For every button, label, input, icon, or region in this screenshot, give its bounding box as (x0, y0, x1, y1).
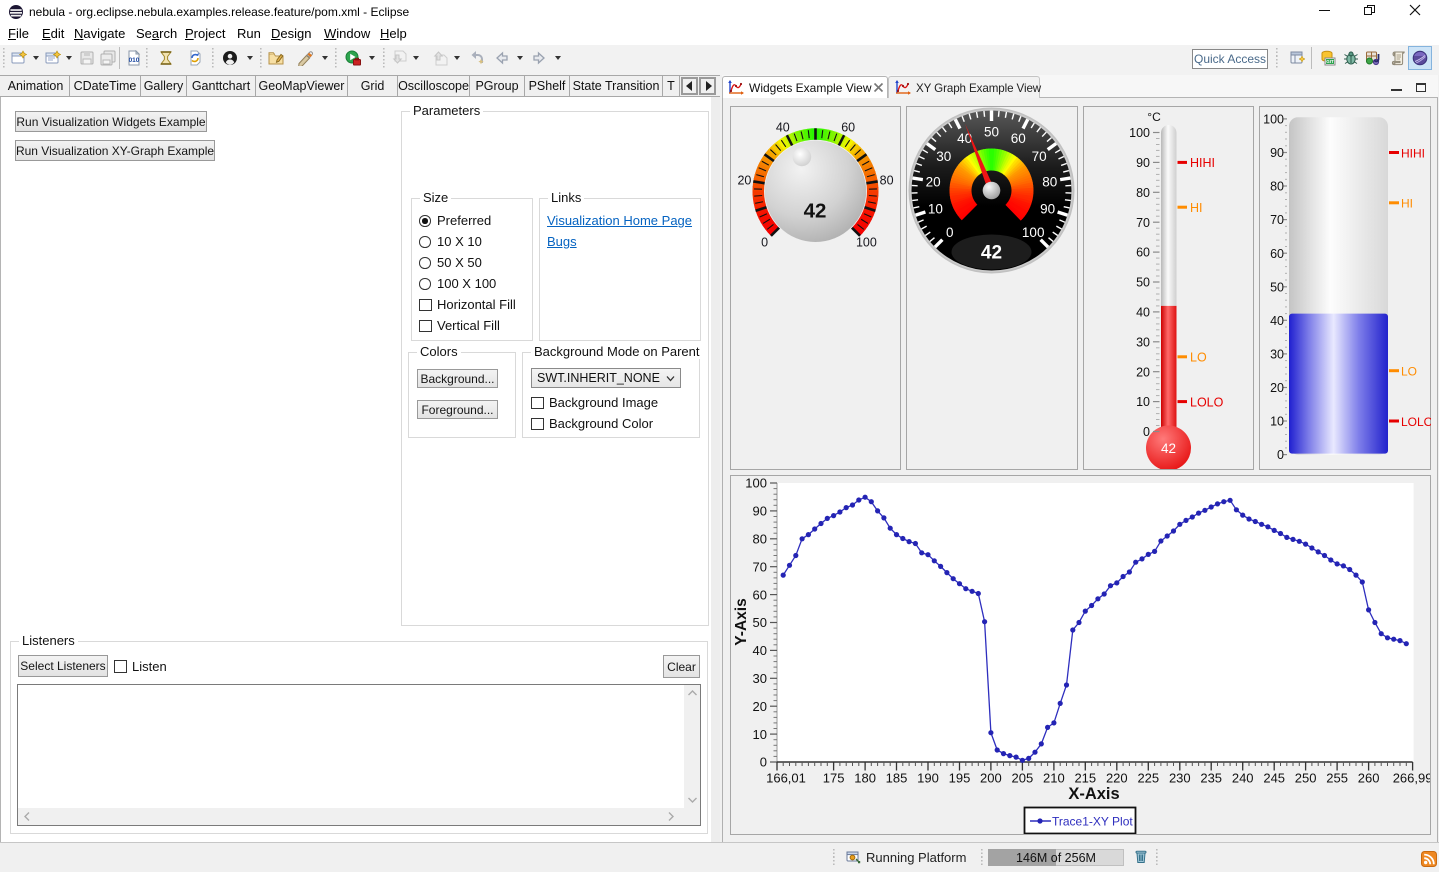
svg-text:80: 80 (880, 174, 894, 188)
svg-text:205: 205 (1012, 771, 1034, 786)
svg-text:90: 90 (753, 504, 767, 519)
svg-text:100: 100 (745, 476, 767, 491)
svg-text:50: 50 (1136, 276, 1150, 290)
svg-text:LOLO: LOLO (1401, 415, 1431, 429)
svg-text:250: 250 (1295, 771, 1317, 786)
svg-text:40: 40 (957, 131, 972, 146)
svg-text:100: 100 (1129, 126, 1150, 140)
svg-text:60: 60 (753, 587, 767, 602)
svg-text:195: 195 (949, 771, 971, 786)
svg-text:100: 100 (1022, 225, 1045, 240)
svg-text:20: 20 (926, 174, 941, 189)
svg-text:0: 0 (1143, 425, 1150, 439)
svg-text:42: 42 (1161, 441, 1176, 456)
svg-text:190: 190 (917, 771, 939, 786)
svg-text:LO: LO (1401, 365, 1417, 379)
svg-text:42: 42 (804, 200, 827, 223)
svg-text:40: 40 (1136, 306, 1150, 320)
svg-text:80: 80 (1136, 186, 1150, 200)
svg-text:40: 40 (753, 643, 767, 658)
svg-text:200: 200 (980, 771, 1002, 786)
svg-text:30: 30 (1270, 348, 1284, 362)
svg-text:90: 90 (1270, 146, 1284, 160)
svg-text:10: 10 (753, 727, 767, 742)
svg-text:LOLO: LOLO (1190, 395, 1224, 409)
svg-text:70: 70 (1032, 149, 1047, 164)
svg-text:185: 185 (886, 771, 908, 786)
svg-text:20: 20 (1270, 381, 1284, 395)
svg-text:266,99: 266,99 (1393, 771, 1430, 786)
svg-text:100: 100 (1263, 113, 1284, 127)
svg-text:°C: °C (1147, 110, 1161, 124)
svg-text:10: 10 (1270, 415, 1284, 429)
svg-text:GIT: GIT (1326, 59, 1334, 64)
svg-text:80: 80 (753, 532, 767, 547)
svg-text:30: 30 (1136, 335, 1150, 349)
svg-text:010: 010 (129, 57, 140, 64)
svg-text:70: 70 (753, 559, 767, 574)
svg-text:HI: HI (1401, 197, 1413, 211)
svg-text:255: 255 (1326, 771, 1348, 786)
svg-text:210: 210 (1043, 771, 1065, 786)
svg-text:10: 10 (928, 202, 943, 217)
svg-text:225: 225 (1137, 771, 1159, 786)
svg-text:215: 215 (1074, 771, 1096, 786)
svg-text:10: 10 (1136, 395, 1150, 409)
svg-text:60: 60 (1011, 131, 1026, 146)
svg-text:60: 60 (841, 121, 855, 135)
svg-text:LO: LO (1190, 351, 1207, 365)
svg-text:230: 230 (1169, 771, 1191, 786)
svg-text:Y-Axis: Y-Axis (733, 598, 750, 645)
svg-text:90: 90 (1040, 202, 1055, 217)
svg-text:175: 175 (823, 771, 845, 786)
svg-text:0: 0 (761, 236, 768, 250)
svg-text:HIHI: HIHI (1401, 146, 1425, 160)
svg-text:20: 20 (1136, 365, 1150, 379)
svg-text:245: 245 (1263, 771, 1285, 786)
svg-text:Trace1-XY Plot: Trace1-XY Plot (1052, 815, 1133, 829)
svg-text:HIHI: HIHI (1190, 156, 1215, 170)
svg-text:240: 240 (1232, 771, 1254, 786)
svg-text:50: 50 (1270, 280, 1284, 294)
svg-text:40: 40 (1270, 314, 1284, 328)
svg-text:50: 50 (984, 125, 999, 140)
svg-text:HI: HI (1190, 201, 1203, 215)
svg-text:30: 30 (936, 149, 951, 164)
svg-text:40: 40 (776, 121, 790, 135)
svg-text:60: 60 (1136, 246, 1150, 260)
svg-text:70: 70 (1270, 213, 1284, 227)
svg-text:20: 20 (737, 174, 751, 188)
svg-text:260: 260 (1358, 771, 1380, 786)
svg-text:220: 220 (1106, 771, 1128, 786)
svg-text:180: 180 (854, 771, 876, 786)
svg-text:235: 235 (1200, 771, 1222, 786)
svg-text:20: 20 (753, 699, 767, 714)
svg-text:90: 90 (1136, 156, 1150, 170)
svg-text:60: 60 (1270, 247, 1284, 261)
svg-text:30: 30 (753, 671, 767, 686)
svg-text:100: 100 (856, 236, 877, 250)
svg-text:0: 0 (946, 225, 954, 240)
svg-text:42: 42 (981, 243, 1002, 264)
svg-text:70: 70 (1136, 216, 1150, 230)
svg-text:80: 80 (1270, 180, 1284, 194)
svg-text:0: 0 (1277, 448, 1284, 462)
svg-text:50: 50 (753, 615, 767, 630)
svg-text:X-Axis: X-Axis (1068, 785, 1119, 803)
svg-text:166,01: 166,01 (766, 771, 806, 786)
svg-text:0: 0 (760, 755, 767, 770)
svg-text:80: 80 (1042, 174, 1057, 189)
